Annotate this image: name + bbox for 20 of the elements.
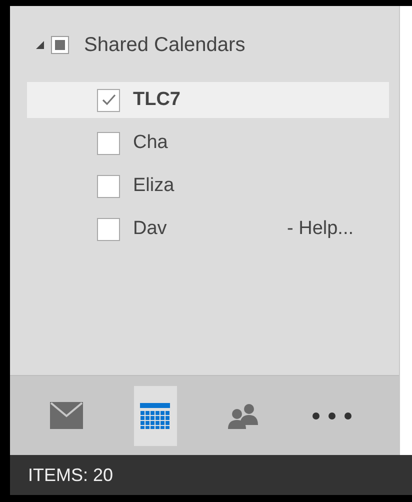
checkbox[interactable] bbox=[97, 88, 120, 112]
calendar-name: Eliza bbox=[133, 174, 176, 198]
calendar-icon bbox=[140, 402, 170, 428]
calendar-nav-button[interactable] bbox=[134, 386, 177, 446]
calendar-note: - Help... bbox=[287, 216, 354, 241]
calendar-name: Cha bbox=[133, 130, 169, 155]
envelope-icon bbox=[50, 402, 84, 429]
checkmark-icon bbox=[102, 94, 116, 106]
checkbox[interactable] bbox=[97, 218, 120, 240]
people-icon bbox=[228, 402, 260, 428]
calendar-name: TLC7 bbox=[133, 88, 182, 112]
items-count: ITEMS: 20 bbox=[28, 464, 114, 486]
calendar-name: Dav bbox=[133, 216, 168, 241]
checkbox[interactable] bbox=[97, 174, 120, 198]
expand-arrow-icon[interactable] bbox=[36, 41, 44, 49]
checkbox[interactable] bbox=[97, 132, 120, 154]
more-icon bbox=[312, 412, 352, 420]
calendar-item[interactable]: TLC7 bbox=[27, 82, 389, 118]
folder-label[interactable]: Shared Calendars bbox=[84, 30, 246, 60]
folder-checkbox[interactable] bbox=[51, 36, 69, 54]
